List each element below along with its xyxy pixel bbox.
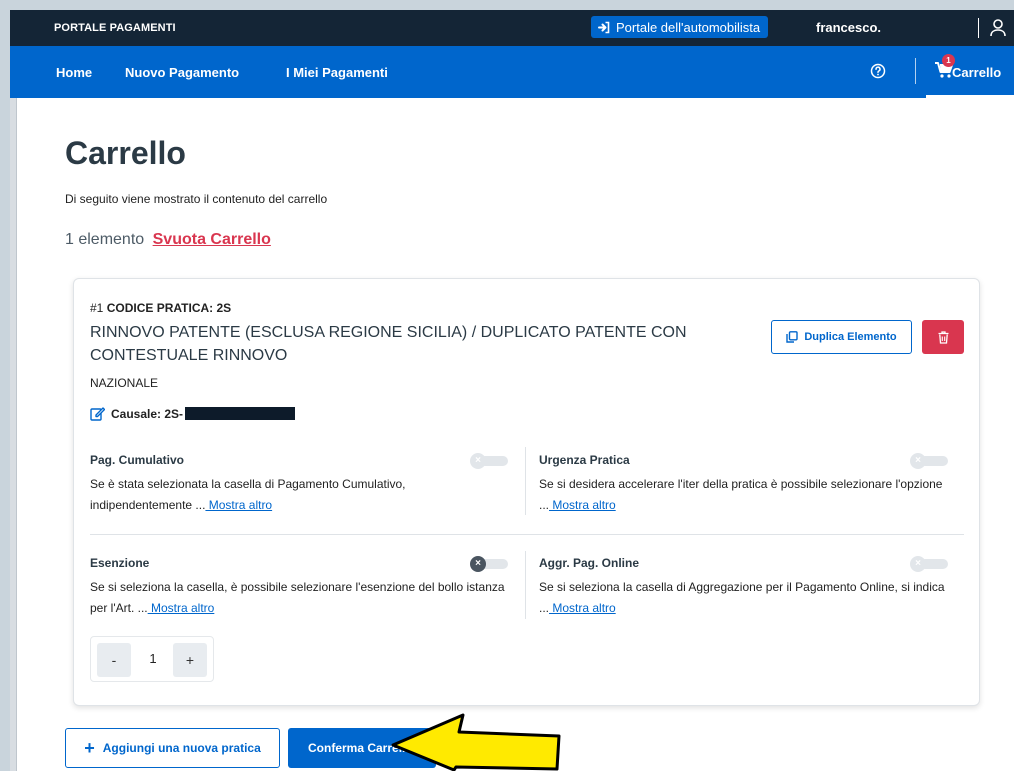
nav-home[interactable]: Home xyxy=(56,65,92,80)
causale-row[interactable]: Causale: 2S- xyxy=(90,406,296,421)
top-separator xyxy=(978,18,979,38)
top-bar: PORTALE PAGAMENTI Portale dell'automobil… xyxy=(10,10,1014,46)
nav-cart[interactable]: 1 Carrello xyxy=(926,46,1014,98)
option-title: Urgenza Pratica xyxy=(539,453,630,467)
sign-in-arrow-icon xyxy=(598,21,610,33)
plus-icon: + xyxy=(84,737,95,758)
quantity-stepper: - 1 + xyxy=(90,636,214,682)
user-icon[interactable] xyxy=(990,19,1006,37)
option-title: Esenzione xyxy=(90,556,150,570)
option-title: Aggr. Pag. Online xyxy=(539,556,640,570)
nav-my-payments[interactable]: I Miei Pagamenti xyxy=(286,65,388,80)
option-description: Se si seleziona la casella, è possibile … xyxy=(90,577,505,619)
trash-icon xyxy=(938,330,948,344)
redacted-causale xyxy=(185,407,296,420)
option-title: Pag. Cumulativo xyxy=(90,453,185,467)
copy-icon xyxy=(786,331,799,343)
duplicate-item-label: Duplica Elemento xyxy=(804,331,897,343)
page-title: Carrello xyxy=(65,135,186,171)
show-more-link[interactable]: Mostra altro xyxy=(148,601,214,615)
edit-icon[interactable] xyxy=(90,406,105,421)
main-nav: Home Nuovo Pagamento I Miei Pagamenti 1 … xyxy=(10,46,1014,98)
cart-item-card: #1 CODICE PRATICA: 2S RINNOVO PATENTE (E… xyxy=(73,278,980,706)
automobilista-portal-label: Portale dell'automobilista xyxy=(616,19,761,35)
option-description: Se si seleziona la casella di Aggregazio… xyxy=(539,577,954,619)
user-name[interactable]: francesco. xyxy=(816,20,881,35)
page-subtitle: Di seguito viene mostrato il contenuto d… xyxy=(65,192,328,206)
service-scope: NAZIONALE xyxy=(90,376,159,390)
toggle-x-icon: × xyxy=(470,556,486,572)
column-divider xyxy=(525,551,526,619)
nav-separator xyxy=(915,58,916,84)
portal-brand: PORTALE PAGAMENTI xyxy=(54,22,176,34)
column-divider xyxy=(525,447,526,515)
row-divider xyxy=(90,534,964,535)
yellow-arrow-annotation-icon xyxy=(391,713,561,771)
toggle-x-icon: × xyxy=(910,453,926,469)
cart-item-count: 1 elemento Svuota Carrello xyxy=(65,231,271,249)
practice-code-label: CODICE PRATICA: xyxy=(106,301,214,315)
causale-label: Causale: xyxy=(111,406,162,421)
toggle-x-icon: × xyxy=(470,453,486,469)
cumulative-payment-toggle[interactable]: × xyxy=(470,453,510,469)
main-content: Carrello Di seguito viene mostrato il co… xyxy=(10,98,1014,771)
show-more-link[interactable]: Mostra altro xyxy=(549,498,615,512)
help-icon[interactable] xyxy=(870,63,886,79)
left-edge xyxy=(10,98,17,771)
urgent-practice-toggle[interactable]: × xyxy=(910,453,950,469)
practice-code: #1 CODICE PRATICA: 2S xyxy=(90,301,231,315)
service-title: RINNOVO PATENTE (ESCLUSA REGIONE SICILIA… xyxy=(90,324,687,364)
increase-quantity-button[interactable]: + xyxy=(173,643,207,677)
practice-code-value: 2S xyxy=(216,301,232,315)
clear-cart-link[interactable]: Svuota Carrello xyxy=(153,231,271,248)
nav-new-payment[interactable]: Nuovo Pagamento xyxy=(125,65,239,80)
delete-item-button[interactable] xyxy=(922,320,964,354)
item-index: #1 xyxy=(90,301,104,315)
causale-value: 2S- xyxy=(164,406,184,421)
option-description: Se si desidera accelerare l'iter della p… xyxy=(539,474,954,516)
add-new-practice-button[interactable]: + Aggiungi una nuova pratica xyxy=(65,728,280,768)
quantity-value[interactable]: 1 xyxy=(143,651,163,666)
show-more-link[interactable]: Mostra altro xyxy=(549,601,615,615)
toggle-x-icon: × xyxy=(910,556,926,572)
online-aggregation-toggle[interactable]: × xyxy=(910,556,950,572)
cart-label: Carrello xyxy=(952,65,1002,80)
decrease-quantity-button[interactable]: - xyxy=(97,643,131,677)
item-count-text: 1 elemento xyxy=(65,231,145,248)
duplicate-item-button[interactable]: Duplica Elemento xyxy=(771,320,912,354)
exemption-toggle[interactable]: × xyxy=(470,556,510,572)
automobilista-portal-link[interactable]: Portale dell'automobilista xyxy=(591,16,769,38)
add-new-practice-label: Aggiungi una nuova pratica xyxy=(102,741,261,755)
option-description: Se è stata selezionata la casella di Pag… xyxy=(90,474,505,516)
show-more-link[interactable]: Mostra altro xyxy=(205,498,272,512)
